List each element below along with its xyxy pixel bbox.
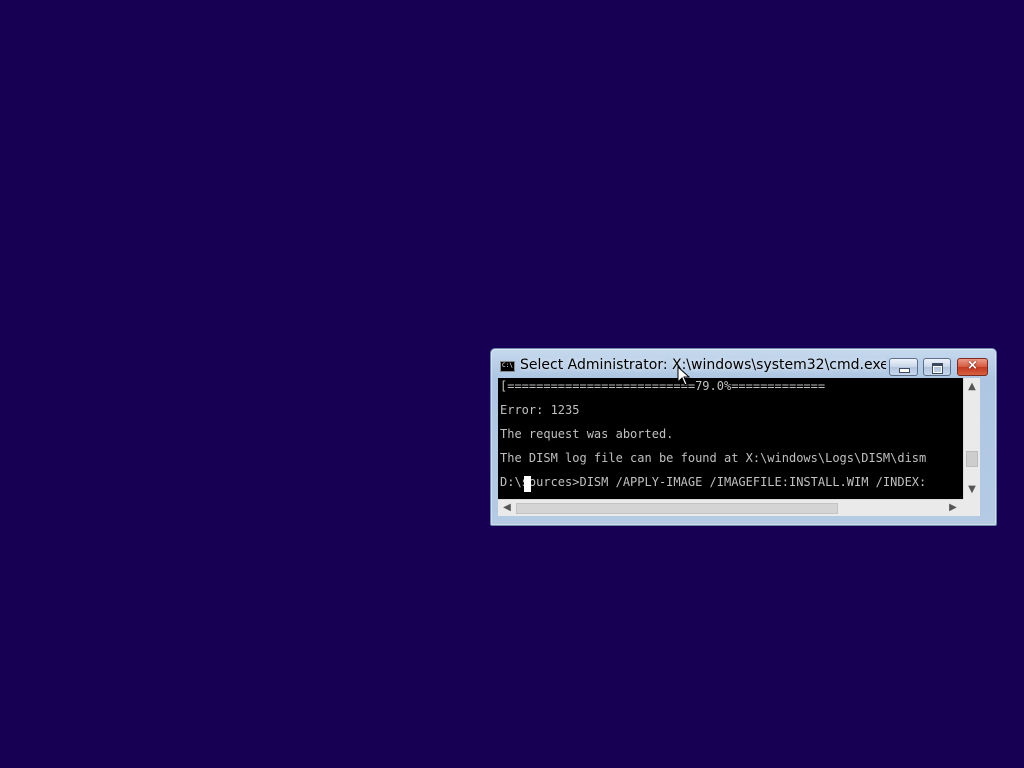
window-title: Select Administrator: X:\windows\system3… — [520, 357, 886, 373]
title-bar[interactable]: C:\ Select Administrator: X:\windows\sys… — [491, 349, 996, 378]
scroll-right-arrow-icon[interactable]: ▶ — [945, 503, 961, 513]
scroll-left-arrow-icon[interactable]: ◀ — [499, 503, 515, 513]
horizontal-scrollbar[interactable]: ◀ ▶ — [498, 499, 963, 516]
console-output[interactable]: [==========================79.0%========… — [498, 378, 963, 499]
log-path-line: The DISM log file can be found at X:\win… — [500, 451, 927, 465]
vertical-scroll-thumb[interactable] — [966, 451, 978, 467]
maximize-button[interactable] — [923, 358, 951, 376]
scrollbar-corner — [963, 499, 980, 516]
horizontal-scroll-thumb[interactable] — [516, 503, 838, 514]
desktop: C:\ Select Administrator: X:\windows\sys… — [0, 0, 1024, 768]
vertical-scrollbar[interactable]: ▲ ▼ — [963, 378, 980, 499]
minimize-button[interactable] — [889, 358, 918, 376]
command-prompt-line: D:\sources>DISM /APPLY-IMAGE /IMAGEFILE:… — [500, 475, 927, 489]
minimize-icon — [899, 368, 910, 373]
progress-line: [==========================79.0%========… — [500, 379, 826, 393]
close-button[interactable]: × — [957, 358, 988, 376]
error-code-line: Error: 1235 — [500, 403, 580, 417]
error-message-line: The request was aborted. — [500, 427, 674, 441]
close-icon: × — [967, 358, 978, 373]
mouse-pointer-icon — [677, 366, 691, 386]
cmd-app-icon[interactable]: C:\ — [500, 361, 515, 372]
scroll-down-arrow-icon[interactable]: ▼ — [964, 485, 980, 495]
cmd-window[interactable]: C:\ Select Administrator: X:\windows\sys… — [490, 348, 997, 526]
scroll-up-arrow-icon[interactable]: ▲ — [964, 382, 980, 392]
maximize-icon — [932, 363, 943, 374]
text-cursor — [524, 476, 531, 492]
